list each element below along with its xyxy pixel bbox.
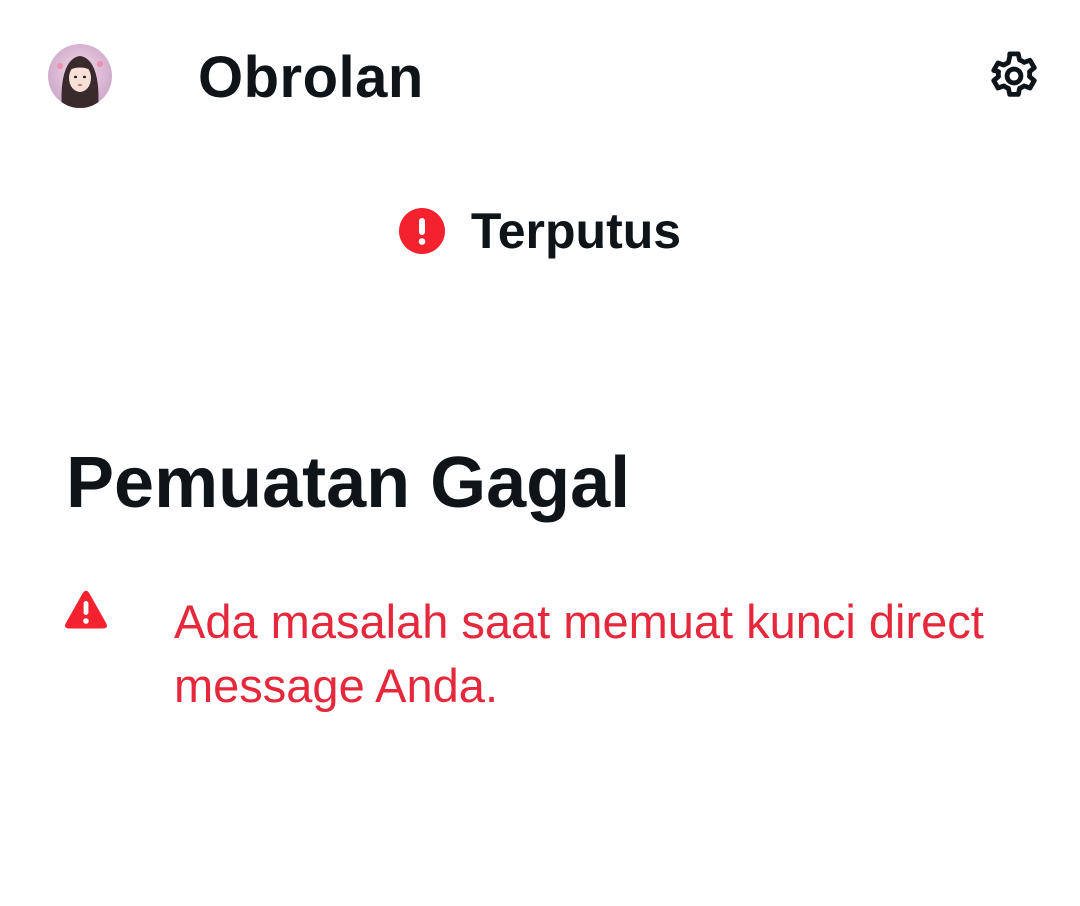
connection-status: Terputus — [0, 196, 1080, 266]
error-message: Ada masalah saat memuat kunci direct mes… — [174, 595, 984, 712]
page-title: Obrolan — [198, 45, 424, 110]
avatar[interactable] — [48, 44, 112, 108]
gear-icon — [991, 51, 1037, 97]
alert-circle-icon — [398, 208, 445, 254]
warning-triangle-icon — [65, 590, 107, 629]
connection-status-row: Terputus — [398, 201, 682, 261]
connection-status-text: Terputus — [470, 203, 682, 259]
header: Obrolan — [0, 0, 1080, 150]
error-title: Pemuatan Gagal — [66, 443, 631, 523]
avatar-image — [48, 44, 112, 108]
settings-button[interactable] — [982, 44, 1046, 108]
